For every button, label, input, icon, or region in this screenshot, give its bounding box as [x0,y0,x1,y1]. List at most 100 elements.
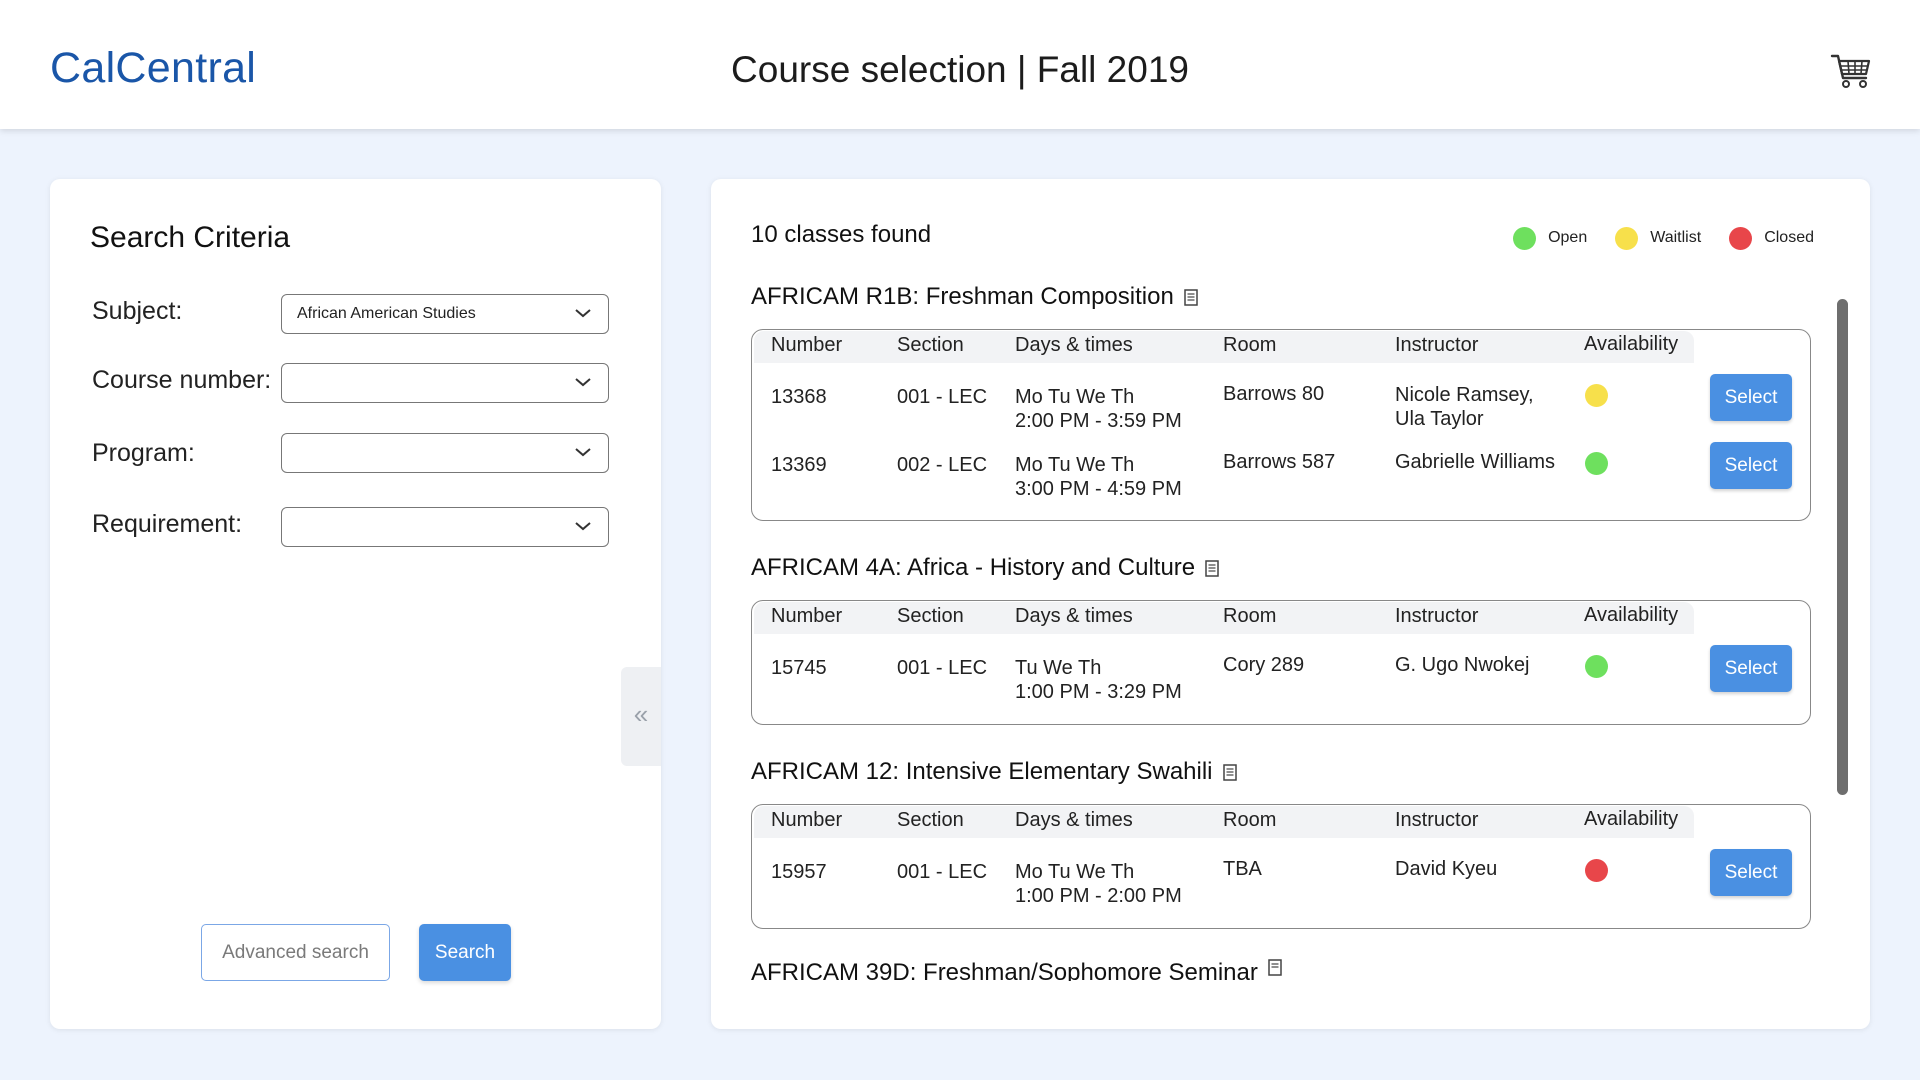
search-criteria-title: Search Criteria [90,221,291,254]
results-count: 10 classes found [751,221,932,248]
chevron-down-icon [575,448,591,457]
cell-section: 001 - LEC [897,861,988,883]
open-dot-icon [1585,452,1608,475]
waitlist-dot-icon [1585,384,1608,407]
app-header: CalCentral Course selection | Fall 2019 [0,0,1920,129]
subject-select-value: African American Studies [297,305,476,322]
cell-instructor: David Kyeu [1395,858,1498,880]
col-number: Number [771,334,843,356]
cell-instructor: G. Ugo Nwokej [1395,654,1530,676]
course-title-text: AFRICAM 12: Intensive Elementary Swahili [751,758,1213,785]
cell-section: 001 - LEC [897,657,988,679]
chevron-down-icon [575,309,591,318]
section-table: Number Section Days & times Room Instruc… [751,600,1811,725]
program-select[interactable] [281,433,609,473]
advanced-search-button[interactable]: Advanced search [201,924,390,981]
chevron-down-icon [575,522,591,531]
subject-label: Subject: [92,297,183,325]
cell-times: 3:00 PM - 4:59 PM [1015,478,1182,500]
cell-number: 13369 [771,454,827,476]
cell-days: Tu We Th [1015,657,1102,679]
cell-times: 1:00 PM - 3:29 PM [1015,681,1182,703]
requirement-select[interactable] [281,507,609,547]
results-panel: 10 classes found Open Waitlist Closed AF… [711,179,1870,1029]
col-instructor: Instructor [1395,809,1479,831]
legend-open-label: Open [1548,229,1588,246]
chevron-down-icon [575,378,591,387]
col-room: Room [1223,809,1277,831]
cell-instructor: Nicole Ramsey, [1395,384,1534,406]
cell-section: 002 - LEC [897,454,988,476]
cell-days: Mo Tu We Th [1015,861,1135,883]
cell-instructor: Gabrielle Williams [1395,451,1556,473]
document-icon[interactable] [1268,959,1282,976]
legend-waitlist-label: Waitlist [1650,229,1702,246]
col-section: Section [897,809,964,831]
select-button[interactable]: Select [1710,849,1792,896]
col-room: Room [1223,605,1277,627]
cell-room: Barrows 80 [1223,383,1325,405]
col-days-times: Days & times [1015,605,1133,627]
page-title: Course selection | Fall 2019 [731,49,1189,90]
search-button[interactable]: Search [419,924,511,981]
col-section: Section [897,334,964,356]
section-table: Number Section Days & times Room Instruc… [751,804,1811,929]
col-instructor: Instructor [1395,605,1479,627]
requirement-label: Requirement: [92,510,243,538]
select-button[interactable]: Select [1710,374,1792,421]
cell-days: Mo Tu We Th [1015,386,1135,408]
legend-open: Open [1513,226,1588,250]
course-title: AFRICAM 4A: Africa - History and Culture [751,554,1219,582]
legend-closed-label: Closed [1764,229,1814,246]
col-section: Section [897,605,964,627]
cell-times: 1:00 PM - 2:00 PM [1015,885,1182,907]
col-room: Room [1223,334,1277,356]
course-title-text: AFRICAM 4A: Africa - History and Culture [751,554,1196,581]
cell-room: Cory 289 [1223,654,1305,676]
col-availability: Availability [1584,333,1679,355]
course-title-text: AFRICAM 39D: Freshman/Sophomore Seminar [751,959,1258,981]
col-availability: Availability [1584,808,1679,830]
search-criteria-panel: Search Criteria Subject: African America… [50,179,661,1029]
col-days-times: Days & times [1015,334,1133,356]
legend-waitlist: Waitlist [1615,226,1702,250]
availability-legend: Open Waitlist Closed [1513,223,1814,253]
document-icon[interactable] [1222,763,1237,781]
cell-room: TBA [1223,858,1262,880]
cell-days: Mo Tu We Th [1015,454,1135,476]
course-title: AFRICAM R1B: Freshman Composition [751,283,1198,311]
cell-number: 13368 [771,386,827,408]
cell-times: 2:00 PM - 3:59 PM [1015,410,1182,432]
collapse-panel-icon[interactable]: « [621,667,661,766]
closed-dot-icon [1585,859,1608,882]
col-number: Number [771,605,843,627]
closed-dot-icon [1729,226,1753,250]
cell-room: Barrows 587 [1223,451,1336,473]
open-dot-icon [1513,226,1537,250]
program-label: Program: [92,439,195,467]
subject-select[interactable]: African American Studies [281,294,609,334]
waitlist-dot-icon [1615,226,1639,250]
document-icon[interactable] [1184,288,1198,306]
col-number: Number [771,809,843,831]
cell-number: 15957 [771,861,827,883]
cell-number: 15745 [771,657,827,679]
col-days-times: Days & times [1015,809,1133,831]
course-title: AFRICAM 12: Intensive Elementary Swahili [751,758,1237,786]
col-instructor: Instructor [1395,334,1479,356]
section-table: Number Section Days & times Room Instruc… [751,329,1811,521]
document-icon[interactable] [1205,559,1219,577]
select-button[interactable]: Select [1710,645,1792,692]
open-dot-icon [1585,655,1608,678]
legend-closed: Closed [1729,226,1814,250]
cart-icon[interactable] [1830,52,1872,90]
results-scrollbar[interactable] [1837,299,1848,795]
course-title-text: AFRICAM R1B: Freshman Composition [751,283,1174,310]
cell-section: 001 - LEC [897,386,988,408]
col-availability: Availability [1584,604,1679,626]
course-title: AFRICAM 39D: Freshman/Sophomore Seminar [751,959,1282,981]
course-number-label: Course number: [92,366,272,394]
cell-instructor: Ula Taylor [1395,408,1484,430]
course-number-select[interactable] [281,363,609,403]
select-button[interactable]: Select [1710,442,1792,489]
